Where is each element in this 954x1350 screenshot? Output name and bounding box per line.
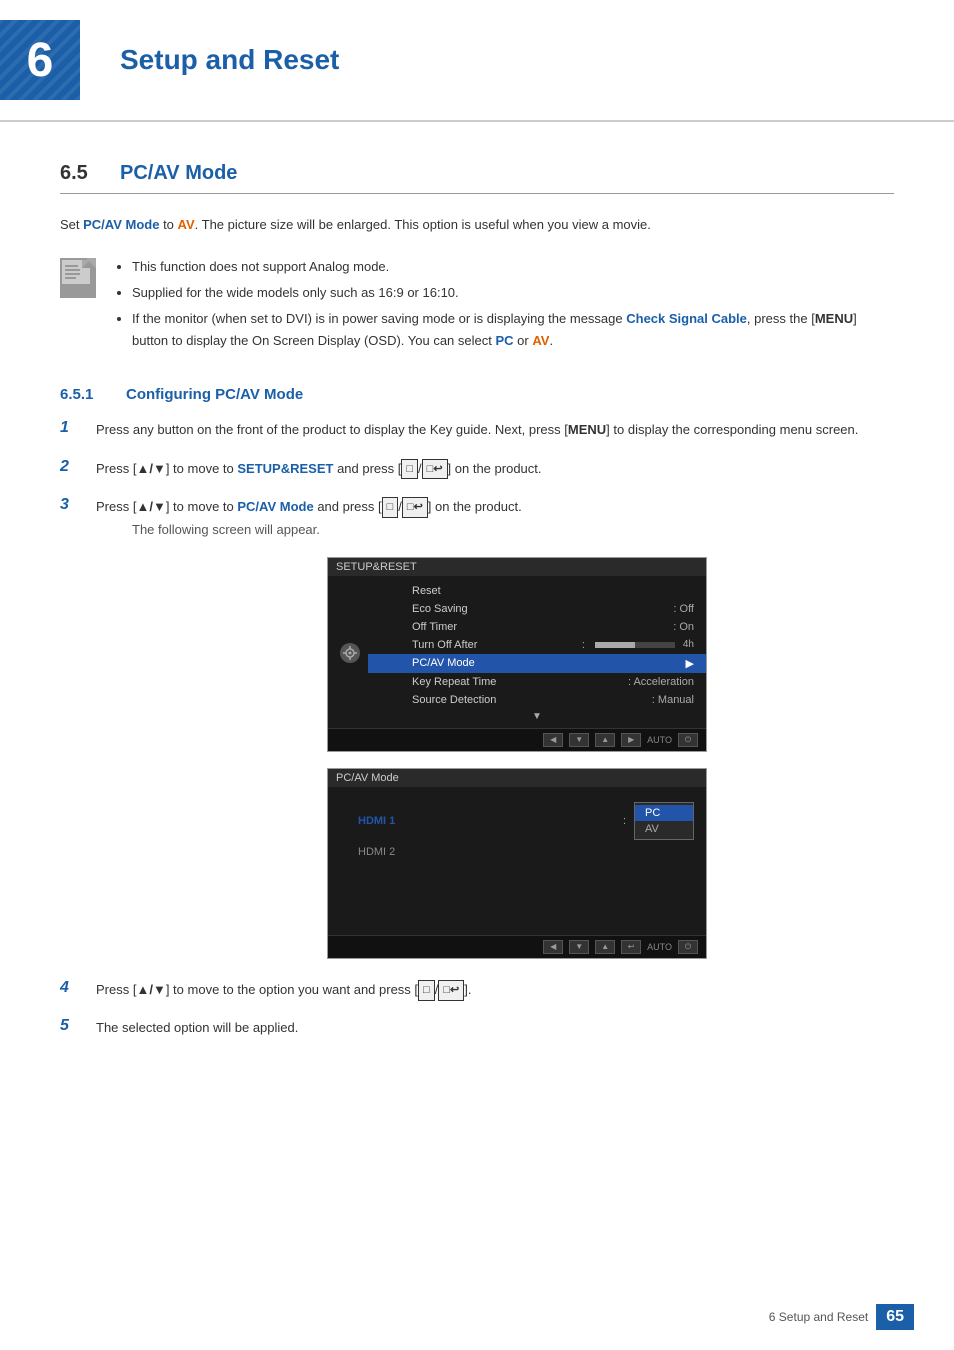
step-text-4: Press [▲/▼] to move to the option you wa… <box>96 979 894 1001</box>
step-number-2: 2 <box>60 458 80 476</box>
chapter-number: 6 <box>27 33 54 88</box>
step-3: 3 Press [▲/▼] to move to PC/AV Mode and … <box>60 496 894 537</box>
av-label: AV <box>178 217 195 232</box>
menu-row-offtimer: Off Timer : On <box>368 618 706 636</box>
info-box: This function does not support Analog mo… <box>60 256 894 356</box>
progress-bar <box>595 642 675 648</box>
screen2-header: PC/AV Mode <box>328 769 706 787</box>
footer-btn-down: ▼ <box>569 733 589 747</box>
note-icon <box>60 258 96 298</box>
step-2: 2 Press [▲/▼] to move to SETUP&RESET and… <box>60 458 894 480</box>
menu-row-reset: Reset <box>368 582 706 600</box>
step-text-5: The selected option will be applied. <box>96 1017 894 1039</box>
hdmi2-row: HDMI 2 <box>328 843 706 861</box>
pc-option: PC <box>495 333 513 348</box>
screen2-footer: ◀ ▼ ▲ ↩ AUTO ⏻ <box>328 935 706 958</box>
footer2-btn-up: ▲ <box>595 940 615 954</box>
intro-paragraph: Set PC/AV Mode to AV. The picture size w… <box>60 214 894 236</box>
footer-label-auto: AUTO <box>647 735 672 745</box>
pcav-submenu: PC AV <box>634 802 694 840</box>
spacer <box>328 861 706 931</box>
screen2-body: HDMI 1 : PC AV HDMI 2 <box>328 787 706 935</box>
menu-ref: MENU <box>815 311 853 326</box>
step-sub-3: The following screen will appear. <box>132 522 522 537</box>
subsection-number: 6.5.1 <box>60 386 110 403</box>
settings-icon-row: Reset Eco Saving : Off Off Timer : On <box>328 582 706 724</box>
screenshots-area: SETUP&RESET <box>140 557 894 959</box>
intro-text: The picture size will be enlarged. This … <box>202 217 651 232</box>
step-number-3: 3 <box>60 496 80 514</box>
check-signal-label: Check Signal Cable <box>626 311 747 326</box>
steps-list: 1 Press any button on the front of the p… <box>60 419 894 536</box>
screen-setup-reset: SETUP&RESET <box>327 557 707 752</box>
pcav-mode-label: PC/AV Mode <box>83 217 159 232</box>
page-header: 6 Setup and Reset <box>0 0 954 122</box>
footer-btn-power: ⏻ <box>678 733 698 747</box>
step-number-1: 1 <box>60 419 80 437</box>
hdmi1-row: HDMI 1 : PC AV <box>328 799 706 843</box>
av-option-item: AV <box>635 821 693 837</box>
menu-row-eco: Eco Saving : Off <box>368 600 706 618</box>
btn-icon-3a: □ <box>382 497 399 518</box>
steps-list-cont: 4 Press [▲/▼] to move to the option you … <box>60 979 894 1039</box>
section-heading: 6.5 PC/AV Mode <box>60 162 894 194</box>
subsection-heading: 6.5.1 Configuring PC/AV Mode <box>60 386 894 403</box>
screen1-footer: ◀ ▼ ▲ ▶ AUTO ⏻ <box>328 728 706 751</box>
footer2-label-auto: AUTO <box>647 942 672 952</box>
footer2-btn-enter: ↩ <box>621 940 641 954</box>
menu-row-pcav: PC/AV Mode ▶ <box>368 654 706 673</box>
pc-option-selected: PC <box>635 805 693 821</box>
footer-text: 6 Setup and Reset <box>769 1310 868 1324</box>
progress-fill <box>595 642 635 648</box>
step-4: 4 Press [▲/▼] to move to the option you … <box>60 979 894 1001</box>
chapter-title: Setup and Reset <box>100 44 339 76</box>
screen-pcav-mode: PC/AV Mode HDMI 1 : PC AV HDMI 2 <box>327 768 707 959</box>
step-text-3: Press [▲/▼] to move to PC/AV Mode and pr… <box>96 499 522 514</box>
step-text-2: Press [▲/▼] to move to SETUP&RESET and p… <box>96 458 894 480</box>
footer-btn-up: ▲ <box>595 733 615 747</box>
notes-list: This function does not support Analog mo… <box>112 256 894 356</box>
note-item: If the monitor (when set to DVI) is in p… <box>132 308 894 352</box>
btn-icon-4b: □↩ <box>438 980 464 1001</box>
btn-icon-3b: □↩ <box>402 497 428 518</box>
main-content: 6.5 PC/AV Mode Set PC/AV Mode to AV. The… <box>0 162 954 1039</box>
screen1-header: SETUP&RESET <box>328 558 706 576</box>
menu-row-turnoff: Turn Off After : 4h <box>368 636 706 654</box>
subsection-title: Configuring PC/AV Mode <box>126 386 303 403</box>
section-number: 6.5 <box>60 162 100 185</box>
page-number: 65 <box>876 1304 914 1330</box>
footer2-btn-down: ▼ <box>569 940 589 954</box>
screen1-body: Reset Eco Saving : Off Off Timer : On <box>328 576 706 728</box>
footer2-btn-power: ⏻ <box>678 940 698 954</box>
chapter-badge: 6 <box>0 20 80 100</box>
step-number-5: 5 <box>60 1017 80 1035</box>
page-footer: 6 Setup and Reset 65 <box>769 1304 914 1330</box>
down-arrow: ▼ <box>368 709 706 724</box>
step-1: 1 Press any button on the front of the p… <box>60 419 894 441</box>
btn-icon-4a: □ <box>418 980 435 1001</box>
btn-icon-2a: □ <box>401 459 418 480</box>
step-5: 5 The selected option will be applied. <box>60 1017 894 1039</box>
footer-btn-right: ▶ <box>621 733 641 747</box>
footer2-btn-left: ◀ <box>543 940 563 954</box>
menu-row-srcdetect: Source Detection : Manual <box>368 691 706 709</box>
btn-icon-2b: □↩ <box>422 459 448 480</box>
section-title: PC/AV Mode <box>120 162 237 185</box>
footer-btn-left: ◀ <box>543 733 563 747</box>
menu-row-keyrepeat: Key Repeat Time : Acceleration <box>368 673 706 691</box>
step-text-1: Press any button on the front of the pro… <box>96 419 894 441</box>
note-item: This function does not support Analog mo… <box>132 256 894 278</box>
note-item: Supplied for the wide models only such a… <box>132 282 894 304</box>
av-option: AV <box>532 333 549 348</box>
step-number-4: 4 <box>60 979 80 997</box>
